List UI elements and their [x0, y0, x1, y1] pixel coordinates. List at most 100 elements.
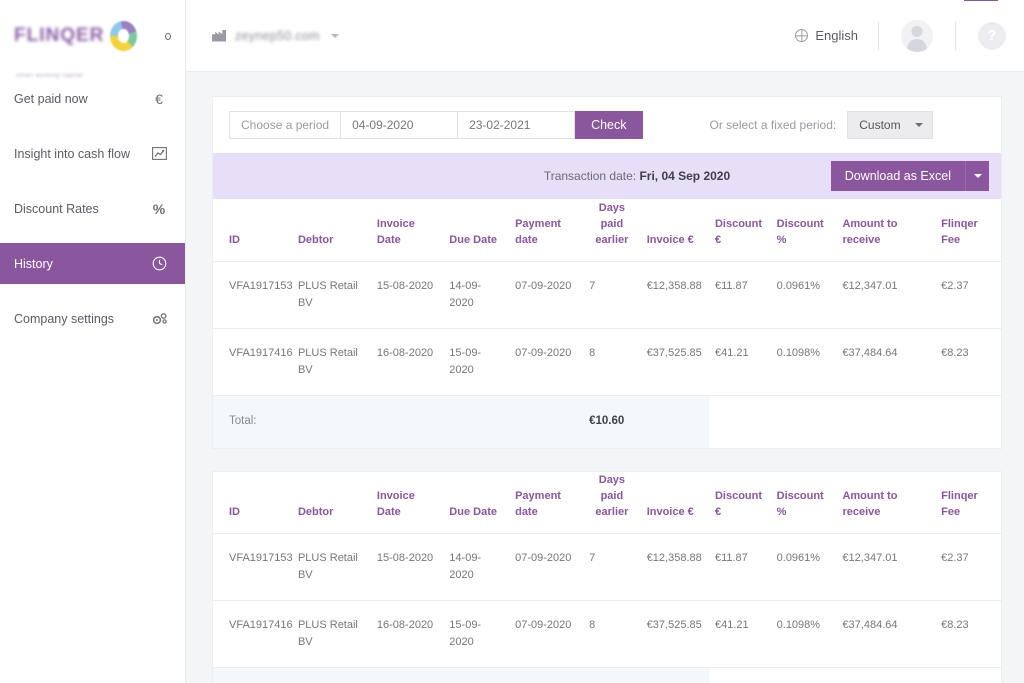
sidebar-item-label: Company settings [14, 311, 115, 326]
download-dropdown-toggle[interactable] [965, 161, 989, 191]
sidebar-logo[interactable]: FLINQER smart working capital [0, 0, 185, 79]
date-from-input[interactable]: 04-09-2020 [341, 111, 459, 139]
collapse-dot-icon[interactable] [164, 32, 171, 40]
company-switcher[interactable]: zeynep50.com [212, 29, 339, 43]
cell-id: VFA1917153 [213, 261, 293, 329]
main-area: zeynep50.com English ? Choose a period 0… [186, 0, 1024, 683]
cell-due-date: 14-09-2020 [443, 533, 510, 602]
sidebar-item-get-paid-now[interactable]: Get paid now € [0, 78, 185, 119]
column-header-debtor[interactable]: Debtor [291, 199, 371, 262]
cell-flinqer-fee: €2.37 [935, 261, 1001, 329]
sidebar-item-insight-into-cash-flow[interactable]: Insight into cash flow [0, 133, 185, 174]
total-label: Total: [213, 395, 584, 448]
column-header-due-date[interactable]: Due Date [443, 471, 510, 534]
column-header-invoice-amount[interactable]: Invoice € [640, 199, 709, 262]
column-header-flinqer-fee[interactable]: Flinqer Fee [935, 199, 1001, 262]
cell-id: VFA1917416 [213, 600, 293, 669]
cell-amount-to-receive: €12,347.01 [836, 533, 936, 602]
table-row[interactable]: VFA1917153 PLUS Retail BV 15-08-2020 14-… [213, 533, 1001, 602]
date-to-input[interactable]: 23-02-2021 [458, 111, 576, 139]
app-root: FLINQER smart working capital Get paid n… [0, 0, 1024, 683]
history-card-primary: Choose a period 04-09-2020 23-02-2021 Ch… [212, 96, 1002, 449]
cell-amount-to-receive: €37,484.64 [836, 328, 936, 396]
cell-invoice-date: 15-08-2020 [370, 261, 444, 329]
fixed-period-controls: Or select a fixed period: Custom [699, 111, 933, 139]
column-header-invoice-date[interactable]: Invoice Date [370, 471, 444, 534]
topbar: zeynep50.com English ? [186, 0, 1024, 72]
content-area: Choose a period 04-09-2020 23-02-2021 Ch… [186, 72, 1024, 683]
column-header-due-date[interactable]: Due Date [443, 199, 510, 262]
sidebar-item-discount-rates[interactable]: Discount Rates % [0, 188, 185, 229]
column-header-flinqer-fee[interactable]: Flinqer Fee [935, 471, 1001, 534]
column-header-days-paid-earlier[interactable]: Days paid earlier [583, 199, 641, 262]
download-as-excel-button[interactable]: Download as Excel [830, 161, 989, 191]
column-header-discount-percent[interactable]: Discount % [770, 199, 837, 262]
help-button[interactable]: ? [956, 0, 1006, 50]
cell-amount-to-receive: €12,347.01 [836, 261, 936, 329]
column-header-invoice-date[interactable]: Invoice Date [370, 199, 444, 262]
euro-icon: € [155, 90, 163, 107]
total-value: €10.60 [583, 395, 709, 448]
column-header-days-paid-earlier[interactable]: Days paid earlier [583, 471, 641, 534]
account-menu-button[interactable] [879, 19, 955, 52]
table-total-row: Total: €10.60 [213, 667, 1001, 683]
language-label: English [815, 28, 858, 43]
choose-period-label: Choose a period [229, 111, 342, 139]
column-header-payment-date[interactable]: Payment date [509, 471, 584, 534]
cell-invoice-amount: €37,525.85 [640, 328, 709, 396]
column-header-discount-amount[interactable]: Discount € [708, 471, 771, 534]
column-header-id[interactable]: ID [213, 471, 292, 534]
cell-flinqer-fee: €8.23 [935, 328, 1001, 396]
cell-debtor: PLUS Retail BV [291, 600, 371, 669]
period-controls: Choose a period 04-09-2020 23-02-2021 Ch… [229, 111, 643, 139]
table-row[interactable]: VFA1917416 PLUS Retail BV 16-08-2020 15-… [213, 328, 1001, 396]
cell-id: VFA1917416 [213, 328, 293, 396]
cell-amount-to-receive: €37,484.64 [836, 600, 936, 669]
chevron-down-icon [330, 33, 339, 38]
fixed-period-label: Or select a fixed period: [709, 118, 837, 132]
sidebar-item-label: Discount Rates [14, 201, 99, 216]
sidebar-item-label: Get paid now [14, 91, 88, 106]
cell-discount-amount: €41.21 [708, 328, 771, 396]
column-header-invoice-amount[interactable]: Invoice € [640, 471, 709, 534]
column-header-debtor[interactable]: Debtor [291, 471, 371, 534]
check-button[interactable]: Check [575, 111, 643, 139]
column-header-payment-date[interactable]: Payment date [509, 199, 584, 262]
sidebar-item-history[interactable]: History [0, 243, 185, 284]
cell-debtor: PLUS Retail BV [291, 261, 371, 329]
cell-invoice-amount: €12,358.88 [640, 261, 709, 329]
cell-days-paid-earlier: 7 [583, 261, 641, 329]
download-as-excel-label: Download as Excel [830, 161, 965, 191]
table-row[interactable]: VFA1917416 PLUS Retail BV 16-08-2020 15-… [213, 600, 1001, 669]
flinqer-logo-mark-icon [110, 21, 137, 51]
column-header-amount-to-receive[interactable]: Amount to receive [836, 199, 936, 262]
topbar-right: English ? [795, 0, 1006, 52]
cell-discount-percent: 0.1098% [770, 600, 837, 669]
fixed-period-select[interactable]: Custom [847, 111, 933, 139]
table-head: ID Debtor Invoice Date Due Date Payment … [213, 471, 1001, 534]
factory-icon [212, 29, 226, 42]
language-selector[interactable]: English [795, 28, 878, 43]
sidebar-item-company-settings[interactable]: Company settings [0, 298, 185, 339]
history-card-secondary: ID Debtor Invoice Date Due Date Payment … [212, 470, 1002, 683]
table-head: ID Debtor Invoice Date Due Date Payment … [213, 199, 1001, 262]
column-header-discount-amount[interactable]: Discount € [708, 199, 771, 262]
cell-discount-amount: €11.87 [708, 533, 771, 602]
table-row[interactable]: VFA1917153 PLUS Retail BV 15-08-2020 14-… [213, 261, 1001, 329]
cell-due-date: 14-09-2020 [443, 261, 510, 329]
cell-discount-percent: 0.0961% [770, 261, 837, 329]
column-header-id[interactable]: ID [213, 199, 292, 262]
table-header-row: ID Debtor Invoice Date Due Date Payment … [213, 471, 1001, 534]
cell-payment-date: 07-09-2020 [509, 533, 584, 602]
total-label: Total: [213, 667, 584, 683]
column-header-amount-to-receive[interactable]: Amount to receive [836, 471, 936, 534]
cell-invoice-date: 16-08-2020 [370, 600, 444, 669]
cell-invoice-amount: €37,525.85 [640, 600, 709, 669]
sidebar: FLINQER smart working capital Get paid n… [0, 0, 186, 683]
column-header-discount-percent[interactable]: Discount % [770, 471, 837, 534]
table-body: VFA1917153 PLUS Retail BV 15-08-2020 14-… [213, 533, 1001, 683]
cell-invoice-amount: €12,358.88 [640, 533, 709, 602]
